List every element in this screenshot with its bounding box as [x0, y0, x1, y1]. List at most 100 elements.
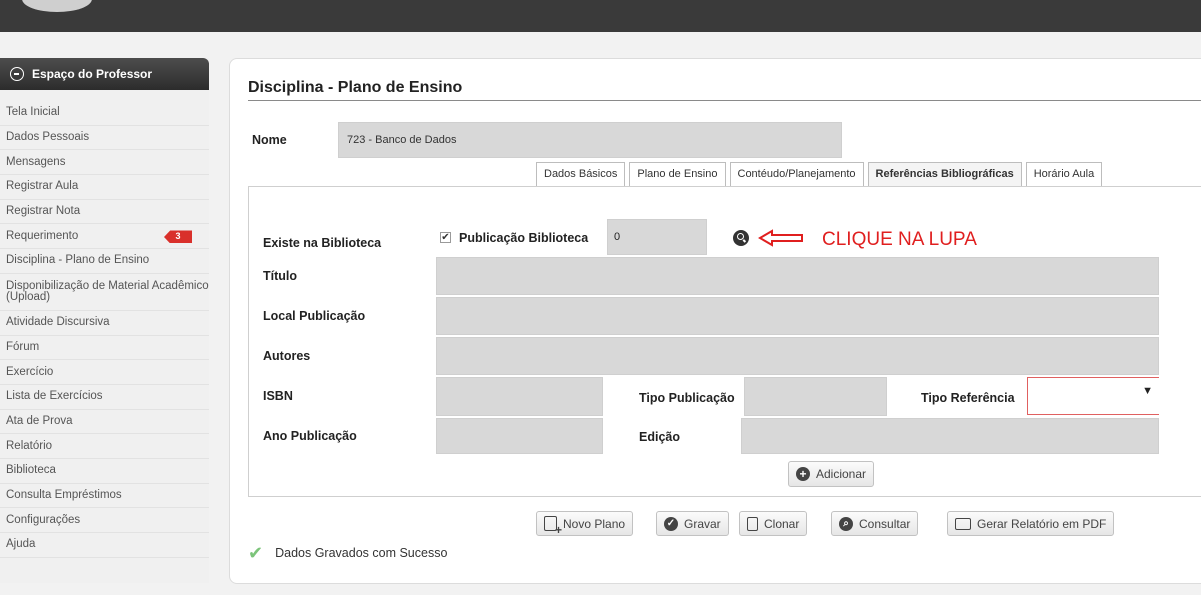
sidebar-item-configuracoes[interactable]: Configurações	[0, 508, 209, 533]
existe-biblioteca-label: Existe na Biblioteca	[263, 236, 382, 250]
sidebar-item-label[interactable]: Mensagens	[6, 156, 65, 168]
sidebar-item-label[interactable]: Lista de Exercícios	[6, 390, 103, 402]
sidebar-item-ata-prova[interactable]: Ata de Prova	[0, 410, 209, 435]
autores-field[interactable]	[436, 337, 1159, 375]
sidebar-item-label[interactable]: Ajuda	[6, 539, 35, 551]
annotation-text: CLIQUE NA LUPA	[822, 229, 977, 250]
tipo-referencia-label: Tipo Referência	[921, 391, 1015, 405]
tipo-referencia-select[interactable]: ▼	[1027, 377, 1159, 415]
nome-field: 723 - Banco de Dados	[338, 122, 842, 158]
sidebar: Espaço do Professor Tela Inicial Dados P…	[0, 58, 209, 583]
sidebar-item-label[interactable]: Biblioteca	[6, 465, 56, 477]
consultar-button[interactable]: ⌕ Consultar	[831, 511, 919, 536]
success-text: Dados Gravados com Sucesso	[275, 546, 448, 560]
consultar-label: Consultar	[859, 516, 911, 531]
collapse-icon[interactable]	[10, 67, 24, 81]
sidebar-item-label[interactable]: Fórum	[6, 341, 39, 353]
edicao-field[interactable]	[741, 418, 1159, 454]
clonar-label: Clonar	[764, 516, 800, 531]
success-message: ✔ Dados Gravados com Sucesso	[248, 543, 448, 563]
sidebar-item-label[interactable]: Registrar Nota	[6, 205, 80, 217]
tab-referencias-bibliograficas[interactable]: Referências Bibliográficas	[867, 162, 1022, 186]
novo-plano-button[interactable]: Novo Plano	[536, 511, 634, 536]
sidebar-item-biblioteca[interactable]: Biblioteca	[0, 459, 209, 484]
arrow-left-icon	[758, 229, 803, 247]
novo-plano-label: Novo Plano	[563, 516, 626, 531]
title-divider	[248, 100, 1201, 101]
sidebar-item-disponibilizacao[interactable]: Disponibilização de Material Acadêmico (…	[0, 274, 209, 311]
isbn-field[interactable]	[436, 377, 603, 416]
sidebar-item-label[interactable]: Registrar Aula	[6, 181, 78, 193]
gerar-pdf-label: Gerar Relatório em PDF	[977, 516, 1107, 531]
publicacao-biblioteca-label: Publicação Biblioteca	[459, 231, 589, 245]
ano-publicacao-field[interactable]	[436, 418, 603, 454]
titulo-label: Título	[263, 269, 298, 283]
adicionar-label: Adicionar	[816, 467, 867, 481]
local-publicacao-field[interactable]	[436, 297, 1159, 335]
plus-circle-icon: +	[796, 467, 810, 481]
search-circle-icon: ⌕	[839, 516, 853, 531]
page-title: Disciplina - Plano de Ensino	[248, 79, 463, 96]
publicacao-id-field[interactable]: 0	[607, 219, 707, 255]
gravar-label: Gravar	[684, 516, 721, 531]
tipo-publicacao-field[interactable]	[744, 377, 887, 416]
edicao-label: Edição	[639, 430, 680, 444]
sidebar-title: Espaço do Professor	[32, 67, 153, 81]
sidebar-item-label[interactable]: Tela Inicial	[6, 107, 60, 119]
notification-badge: 3	[164, 230, 192, 244]
tab-bar: Dados Básicos Plano de Ensino Contéudo/P…	[536, 162, 1106, 186]
sidebar-item-label[interactable]: Configurações	[6, 514, 80, 526]
ano-publicacao-label: Ano Publicação	[263, 429, 357, 443]
sidebar-item-label[interactable]: Relatório	[6, 440, 52, 452]
sidebar-item-label[interactable]: Requerimento	[6, 230, 78, 242]
sidebar-item-label[interactable]: Disponibilização de Material Acadêmico (…	[6, 280, 209, 303]
gerar-pdf-button[interactable]: Gerar Relatório em PDF	[947, 511, 1115, 536]
sidebar-item-label[interactable]: Atividade Discursiva	[6, 316, 110, 328]
sidebar-item-exercicio[interactable]: Exercício	[0, 360, 209, 385]
sidebar-item-tela-inicial[interactable]: Tela Inicial	[0, 101, 209, 126]
new-document-icon	[544, 516, 562, 535]
clone-icon	[747, 516, 758, 531]
tab-conteudo-planejamento[interactable]: Contéudo/Planejamento	[729, 162, 864, 186]
search-icon[interactable]	[733, 230, 749, 246]
sidebar-item-label[interactable]: Dados Pessoais	[6, 131, 89, 143]
sidebar-item-label[interactable]: Disciplina - Plano de Ensino	[6, 255, 149, 267]
sidebar-item-dados-pessoais[interactable]: Dados Pessoais	[0, 126, 209, 151]
tab-plano-de-ensino[interactable]: Plano de Ensino	[629, 162, 726, 186]
chevron-down-icon[interactable]: ▼	[1142, 385, 1153, 397]
local-publicacao-label: Local Publicação	[263, 309, 366, 323]
top-header-bar	[0, 0, 1201, 32]
nome-label: Nome	[252, 133, 287, 147]
sidebar-menu: Tela Inicial Dados Pessoais Mensagens Re…	[0, 101, 209, 558]
check-circle-icon: ✓	[664, 516, 678, 531]
tipo-publicacao-label: Tipo Publicação	[639, 391, 735, 405]
print-icon	[955, 517, 971, 530]
sidebar-item-label[interactable]: Ata de Prova	[6, 415, 72, 427]
tab-dados-basicos[interactable]: Dados Básicos	[536, 162, 626, 186]
sidebar-item-registrar-aula[interactable]: Registrar Aula	[0, 175, 209, 200]
sidebar-header[interactable]: Espaço do Professor	[0, 58, 209, 90]
autores-label: Autores	[263, 349, 311, 363]
isbn-label: ISBN	[263, 389, 293, 403]
publicacao-biblioteca-checkbox[interactable]: ✔	[440, 232, 451, 243]
titulo-field[interactable]	[436, 257, 1159, 295]
sidebar-item-label[interactable]: Exercício	[6, 366, 53, 378]
tab-horario-aula[interactable]: Horário Aula	[1025, 162, 1103, 186]
main-panel: Disciplina - Plano de Ensino Nome 723 - …	[229, 58, 1201, 584]
sidebar-item-requerimento[interactable]: Requerimento 3	[0, 224, 209, 250]
sidebar-item-ajuda[interactable]: Ajuda	[0, 533, 209, 558]
sidebar-item-disciplina-plano[interactable]: Disciplina - Plano de Ensino	[0, 249, 209, 274]
gravar-button[interactable]: ✓ Gravar	[656, 511, 729, 536]
sidebar-item-lista-exercicios[interactable]: Lista de Exercícios	[0, 385, 209, 410]
logo	[22, 0, 92, 12]
sidebar-item-relatorio[interactable]: Relatório	[0, 434, 209, 459]
adicionar-button[interactable]: + Adicionar	[788, 461, 875, 487]
sidebar-item-atividade-discursiva[interactable]: Atividade Discursiva	[0, 311, 209, 336]
checkmark-icon: ✔	[248, 543, 264, 563]
sidebar-item-mensagens[interactable]: Mensagens	[0, 150, 209, 176]
clonar-button[interactable]: Clonar	[739, 511, 808, 536]
sidebar-item-registrar-nota[interactable]: Registrar Nota	[0, 200, 209, 225]
sidebar-item-consulta-emprestimos[interactable]: Consulta Empréstimos	[0, 484, 209, 509]
sidebar-item-label[interactable]: Consulta Empréstimos	[6, 489, 122, 501]
sidebar-item-forum[interactable]: Fórum	[0, 336, 209, 361]
